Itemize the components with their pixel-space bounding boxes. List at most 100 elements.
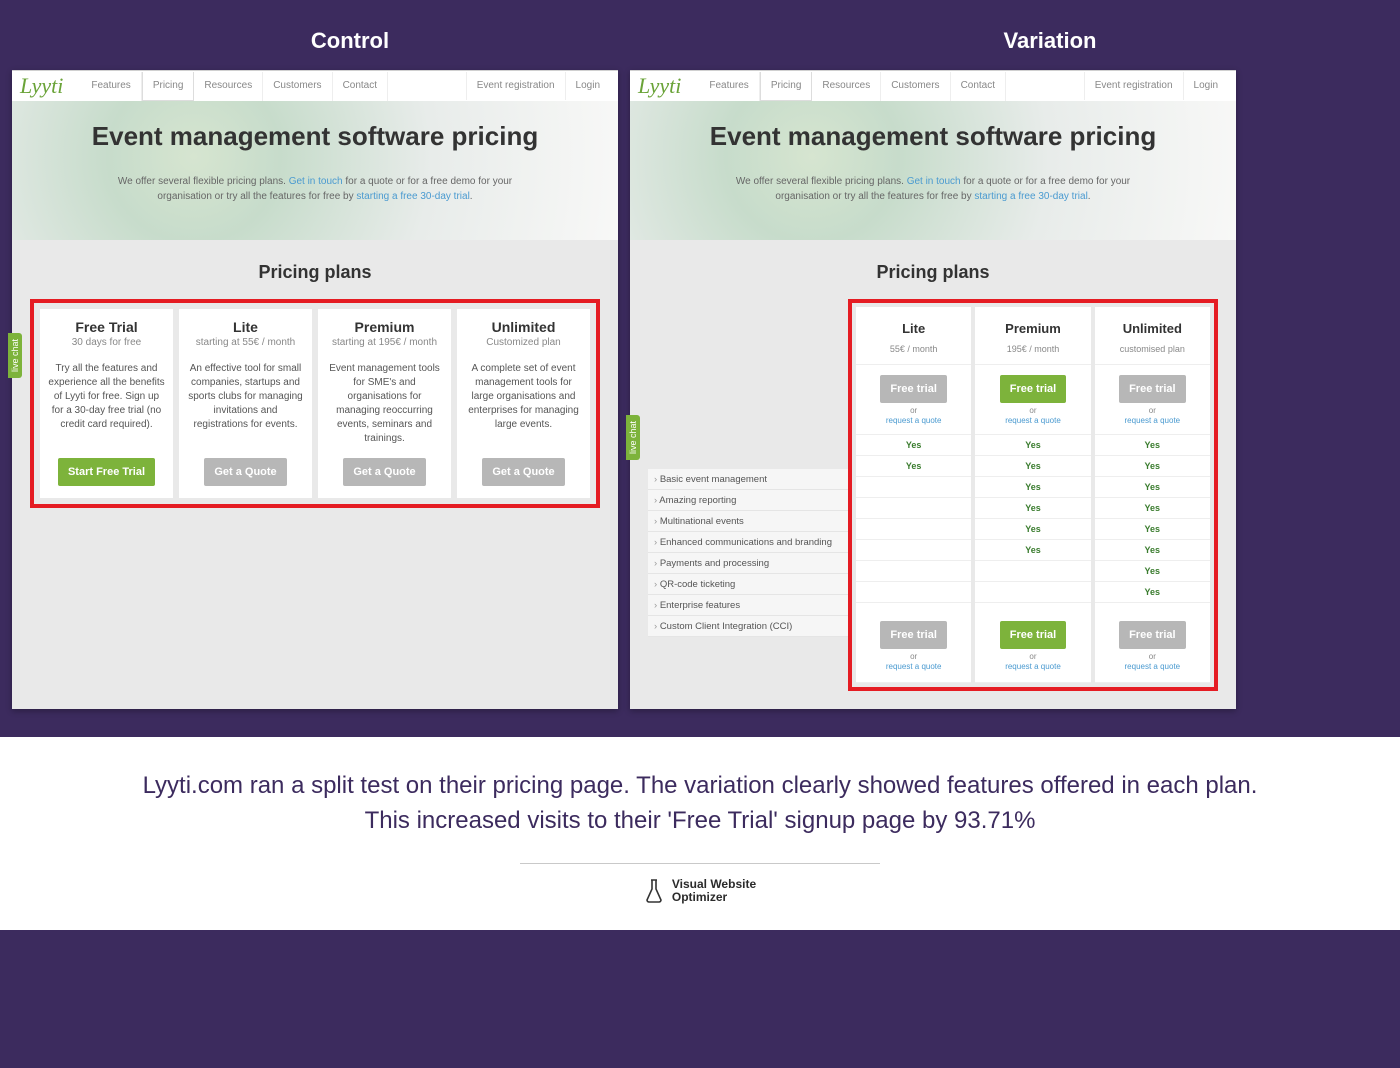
- pricing-column: Unlimited customised plan Free trialorrequ…: [1095, 307, 1210, 683]
- nav-item[interactable]: Pricing: [142, 72, 195, 101]
- feature-cell: [856, 498, 971, 519]
- link-free-trial[interactable]: starting a free 30-day trial: [974, 191, 1087, 202]
- live-chat-tab[interactable]: live chat: [626, 415, 640, 460]
- feature-cell: [856, 582, 971, 603]
- feature-cell: Yes: [1095, 582, 1210, 603]
- feature-cell: [975, 561, 1090, 582]
- feature-cell: Yes: [975, 435, 1090, 456]
- nav-item[interactable]: Resources: [194, 72, 263, 101]
- label-variation: Variation: [700, 28, 1400, 54]
- nav-item[interactable]: Customers: [881, 72, 950, 101]
- feature-row[interactable]: Amazing reporting: [648, 490, 848, 511]
- nav-item[interactable]: Customers: [263, 72, 332, 101]
- plan-name: Unlimited: [1101, 321, 1204, 336]
- free-trial-button[interactable]: Free trial: [880, 375, 946, 403]
- label-control: Control: [0, 28, 700, 54]
- plan-name: Lite: [862, 321, 965, 336]
- top-nav: Lyyti FeaturesPricingResourcesCustomersC…: [630, 71, 1236, 101]
- plan-name: Lite: [187, 319, 304, 335]
- plan-desc: An effective tool for small companies, s…: [187, 362, 304, 446]
- feature-cell: Yes: [975, 540, 1090, 561]
- feature-cell: [975, 582, 1090, 603]
- plan-desc: Event management tools for SME's and org…: [326, 362, 443, 446]
- pricing-card: UnlimitedCustomized planA complete set o…: [457, 309, 590, 498]
- pricing-card: Free Trial 30 days for free Try all the fe…: [40, 309, 173, 498]
- nav-item[interactable]: Features: [699, 72, 759, 101]
- feature-cell: Yes: [975, 456, 1090, 477]
- variation-panel: live chat Lyyti FeaturesPricingResources…: [630, 70, 1236, 709]
- link-get-in-touch[interactable]: Get in touch: [289, 176, 343, 187]
- free-trial-button[interactable]: Free trial: [1000, 621, 1066, 649]
- request-quote-link[interactable]: request a quote: [886, 416, 942, 425]
- feature-row[interactable]: Custom Client Integration (CCI): [648, 616, 848, 637]
- feature-row[interactable]: QR-code ticketing: [648, 574, 848, 595]
- request-quote-link[interactable]: request a quote: [1005, 662, 1061, 671]
- flask-icon: [644, 878, 664, 904]
- feature-cell: [856, 561, 971, 582]
- plan-name: Free Trial: [48, 319, 165, 335]
- request-quote-link[interactable]: request a quote: [1005, 416, 1061, 425]
- feature-cell: Yes: [975, 498, 1090, 519]
- feature-cell: Yes: [1095, 519, 1210, 540]
- pricing-column: Lite55€ / monthFree trialorrequest a quo…: [856, 307, 971, 683]
- link-get-in-touch[interactable]: Get in touch: [907, 176, 961, 187]
- plan-cta-button[interactable]: Get a Quote: [204, 458, 286, 486]
- nav-item[interactable]: Event registration: [466, 72, 565, 100]
- request-quote-link[interactable]: request a quote: [886, 662, 942, 671]
- free-trial-button[interactable]: Free trial: [880, 621, 946, 649]
- nav-item[interactable]: Resources: [812, 72, 881, 101]
- section-title: Pricing plans: [630, 240, 1236, 299]
- feature-cell: Yes: [1095, 435, 1210, 456]
- vwo-brand: Visual Website Optimizer: [60, 878, 1340, 904]
- feature-list: Basic event managementAmazing reportingM…: [648, 469, 848, 637]
- logo[interactable]: Lyyti: [20, 73, 63, 99]
- feature-cell: Yes: [856, 456, 971, 477]
- plan-price: 195€ / month: [981, 344, 1084, 354]
- nav-item[interactable]: Pricing: [760, 72, 813, 101]
- nav-item[interactable]: Login: [1183, 72, 1228, 100]
- free-trial-button[interactable]: Free trial: [1000, 375, 1066, 403]
- request-quote-link[interactable]: request a quote: [1125, 662, 1181, 671]
- bottom-cta: Free trialorrequest a quote: [975, 603, 1090, 683]
- plan-sub: starting at 195€ / month: [326, 337, 443, 348]
- plan-price: customised plan: [1101, 344, 1204, 354]
- nav-item[interactable]: Features: [81, 72, 141, 101]
- nav-item[interactable]: Login: [565, 72, 610, 100]
- feature-row[interactable]: Multinational events: [648, 511, 848, 532]
- feature-row[interactable]: Basic event management: [648, 469, 848, 490]
- pricing-column: Premium195€ / monthFree trialorrequest a…: [975, 307, 1090, 683]
- plan-desc: A complete set of event management tools…: [465, 362, 582, 446]
- feature-cell: Yes: [975, 477, 1090, 498]
- plan-sub: 30 days for free: [48, 337, 165, 348]
- nav-item[interactable]: Contact: [333, 72, 388, 101]
- feature-cell: [856, 540, 971, 561]
- link-free-trial[interactable]: starting a free 30-day trial: [356, 191, 469, 202]
- free-trial-button[interactable]: Free trial: [1119, 621, 1185, 649]
- plan-name: Premium: [326, 319, 443, 335]
- plan-cta-button[interactable]: Start Free Trial: [58, 458, 155, 486]
- logo[interactable]: Lyyti: [638, 73, 681, 99]
- feature-cell: Yes: [1095, 540, 1210, 561]
- free-trial-button[interactable]: Free trial: [1119, 375, 1185, 403]
- hero: Event management software pricing We off…: [630, 101, 1236, 240]
- top-cta: Free trialorrequest a quote: [975, 365, 1090, 435]
- top-cta: Free trialorrequest a quote: [1095, 365, 1210, 435]
- pricing-card: Premium starting at 195€ / month Event man…: [318, 309, 451, 498]
- feature-cell: [856, 519, 971, 540]
- plan-desc: Try all the features and experience all …: [48, 362, 165, 446]
- feature-cell: Yes: [1095, 561, 1210, 582]
- feature-cell: [856, 477, 971, 498]
- feature-cell: Yes: [975, 519, 1090, 540]
- nav-item[interactable]: Contact: [951, 72, 1006, 101]
- feature-row[interactable]: Payments and processing: [648, 553, 848, 574]
- feature-row[interactable]: Enterprise features: [648, 595, 848, 616]
- live-chat-tab[interactable]: live chat: [8, 333, 22, 378]
- highlight-box: Free Trial 30 days for free Try all the fe…: [30, 299, 600, 508]
- request-quote-link[interactable]: request a quote: [1125, 416, 1181, 425]
- feature-row[interactable]: Enhanced communications and branding: [648, 532, 848, 553]
- plan-cta-button[interactable]: Get a Quote: [482, 458, 564, 486]
- plan-cta-button[interactable]: Get a Quote: [343, 458, 425, 486]
- feature-cell: Yes: [1095, 477, 1210, 498]
- nav-item[interactable]: Event registration: [1084, 72, 1183, 100]
- hero: Event management software pricing We off…: [12, 101, 618, 240]
